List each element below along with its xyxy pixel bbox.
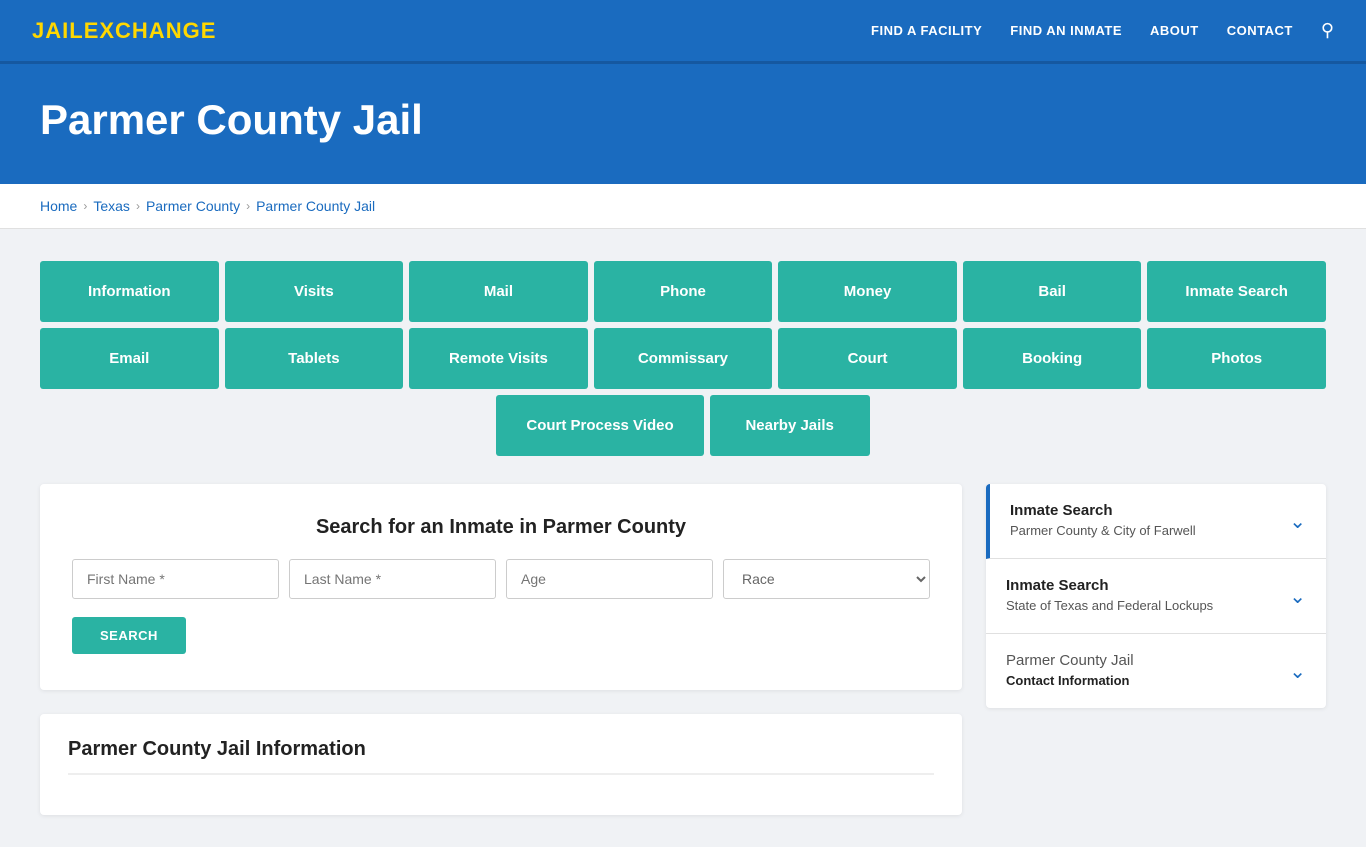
- breadcrumb-texas[interactable]: Texas: [93, 198, 130, 214]
- btn-commissary[interactable]: Commissary: [594, 328, 773, 389]
- grid-row-3: Court Process Video Nearby Jails: [40, 395, 1326, 456]
- race-select[interactable]: Race White Black Hispanic Asian Other: [723, 559, 930, 599]
- btn-money[interactable]: Money: [778, 261, 957, 322]
- btn-booking[interactable]: Booking: [963, 328, 1142, 389]
- main-content: Information Visits Mail Phone Money Bail…: [0, 229, 1366, 847]
- breadcrumb-home[interactable]: Home: [40, 198, 77, 214]
- search-inputs: Race White Black Hispanic Asian Other: [72, 559, 930, 599]
- btn-bail[interactable]: Bail: [963, 261, 1142, 322]
- logo-exchange: EXCHANGE: [84, 18, 217, 43]
- breadcrumb-parmer-county[interactable]: Parmer County: [146, 198, 240, 214]
- chevron-icon-3: ⌄: [1289, 659, 1306, 684]
- sidebar-item-inmate-search-parmer[interactable]: Inmate Search Parmer County & City of Fa…: [986, 484, 1326, 559]
- nav-find-inmate[interactable]: FIND AN INMATE: [1010, 23, 1122, 38]
- sidebar-item-sub-3: Contact Information: [1006, 673, 1130, 688]
- sidebar: Inmate Search Parmer County & City of Fa…: [986, 484, 1326, 708]
- sidebar-item-title-1: Inmate Search: [1010, 502, 1279, 519]
- info-section-title: Parmer County Jail Information: [68, 738, 934, 775]
- search-button[interactable]: SEARCH: [72, 617, 186, 654]
- breadcrumb-current: Parmer County Jail: [256, 198, 375, 214]
- bottom-section: Search for an Inmate in Parmer County Ra…: [40, 484, 1326, 815]
- age-input[interactable]: [506, 559, 713, 599]
- site-logo[interactable]: JAILEXCHANGE: [32, 18, 216, 44]
- sidebar-item-title-3: Parmer County Jail: [1006, 652, 1279, 669]
- chevron-icon-1: ⌄: [1289, 509, 1306, 534]
- btn-information[interactable]: Information: [40, 261, 219, 322]
- search-form-title: Search for an Inmate in Parmer County: [72, 516, 930, 539]
- main-nav: JAILEXCHANGE FIND A FACILITY FIND AN INM…: [0, 0, 1366, 64]
- btn-email[interactable]: Email: [40, 328, 219, 389]
- search-form-box: Search for an Inmate in Parmer County Ra…: [40, 484, 962, 690]
- sidebar-item-sub-2: State of Texas and Federal Lockups: [1006, 598, 1213, 613]
- nav-links: FIND A FACILITY FIND AN INMATE ABOUT CON…: [871, 20, 1334, 41]
- grid-row-2: Email Tablets Remote Visits Commissary C…: [40, 328, 1326, 389]
- btn-visits[interactable]: Visits: [225, 261, 404, 322]
- nav-about[interactable]: ABOUT: [1150, 23, 1199, 38]
- page-title: Parmer County Jail: [40, 96, 1326, 144]
- sidebar-item-text-3: Parmer County Jail Contact Information: [1006, 652, 1279, 690]
- btn-inmate-search[interactable]: Inmate Search: [1147, 261, 1326, 322]
- breadcrumb-sep-3: ›: [246, 199, 250, 213]
- btn-phone[interactable]: Phone: [594, 261, 773, 322]
- breadcrumb: Home › Texas › Parmer County › Parmer Co…: [40, 198, 1326, 214]
- nav-contact[interactable]: CONTACT: [1227, 23, 1293, 38]
- btn-court[interactable]: Court: [778, 328, 957, 389]
- sidebar-item-sub-1: Parmer County & City of Farwell: [1010, 523, 1196, 538]
- btn-photos[interactable]: Photos: [1147, 328, 1326, 389]
- btn-court-process-video[interactable]: Court Process Video: [496, 395, 703, 456]
- breadcrumb-sep-2: ›: [136, 199, 140, 213]
- btn-remote-visits[interactable]: Remote Visits: [409, 328, 588, 389]
- sidebar-item-text-1: Inmate Search Parmer County & City of Fa…: [1010, 502, 1279, 540]
- nav-find-facility[interactable]: FIND A FACILITY: [871, 23, 982, 38]
- sidebar-item-inmate-search-texas[interactable]: Inmate Search State of Texas and Federal…: [986, 559, 1326, 634]
- btn-nearby-jails[interactable]: Nearby Jails: [710, 395, 870, 456]
- sidebar-item-text-2: Inmate Search State of Texas and Federal…: [1006, 577, 1279, 615]
- sidebar-item-contact[interactable]: Parmer County Jail Contact Information ⌄: [986, 634, 1326, 708]
- first-name-input[interactable]: [72, 559, 279, 599]
- sidebar-card: Inmate Search Parmer County & City of Fa…: [986, 484, 1326, 708]
- logo-jail: JAIL: [32, 18, 84, 43]
- grid-row-1: Information Visits Mail Phone Money Bail…: [40, 261, 1326, 322]
- sidebar-item-title-2: Inmate Search: [1006, 577, 1279, 594]
- chevron-icon-2: ⌄: [1289, 584, 1306, 609]
- hero-section: Parmer County Jail: [0, 64, 1366, 184]
- last-name-input[interactable]: [289, 559, 496, 599]
- breadcrumb-bar: Home › Texas › Parmer County › Parmer Co…: [0, 184, 1366, 229]
- search-icon[interactable]: ⚲: [1321, 20, 1334, 41]
- info-section: Parmer County Jail Information: [40, 714, 962, 815]
- breadcrumb-sep-1: ›: [83, 199, 87, 213]
- btn-tablets[interactable]: Tablets: [225, 328, 404, 389]
- btn-mail[interactable]: Mail: [409, 261, 588, 322]
